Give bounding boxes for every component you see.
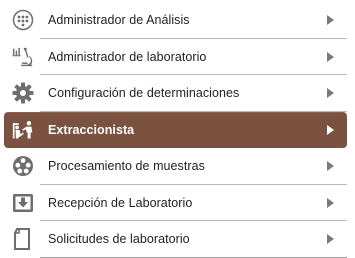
inbox-download-icon — [12, 192, 34, 214]
navigation-menu: Administrador de Análisis Administrador … — [0, 2, 355, 258]
menu-item-label: Procesamiento de muestras — [48, 159, 205, 174]
chevron-right-icon — [327, 197, 334, 208]
menu-item-label: Administrador de laboratorio — [48, 49, 207, 64]
menu-item-label: Recepción de Laboratorio — [48, 195, 193, 210]
chevron-right-icon — [327, 234, 334, 245]
menu-item-extraccionista[interactable]: Extraccionista — [4, 111, 347, 148]
chevron-right-icon — [327, 15, 334, 26]
menu-item-label: Configuración de determinaciones — [48, 86, 240, 101]
menu-item-label: Extraccionista — [48, 122, 135, 137]
menu-item-label: Solicitudes de laboratorio — [48, 232, 190, 247]
menu-item-solicitudes-laboratorio[interactable]: Solicitudes de laboratorio — [4, 221, 347, 258]
menu-item-configuracion-determinaciones[interactable]: Configuración de determinaciones — [4, 75, 347, 112]
processing-icon — [12, 155, 34, 177]
menu-item-procesamiento-muestras[interactable]: Procesamiento de muestras — [4, 148, 347, 185]
extraction-icon — [12, 119, 34, 141]
menu-item-label: Administrador de Análisis — [48, 13, 190, 28]
microscope-icon — [12, 46, 34, 68]
menu-item-administrador-analisis[interactable]: Administrador de Análisis — [4, 2, 347, 39]
menu-item-administrador-laboratorio[interactable]: Administrador de laboratorio — [4, 39, 347, 75]
chevron-right-icon — [327, 124, 334, 135]
chevron-right-icon — [327, 161, 334, 172]
document-icon — [12, 228, 34, 251]
chevron-right-icon — [327, 51, 334, 62]
gear-icon — [12, 82, 34, 104]
dotted-circle-icon — [12, 9, 34, 31]
menu-item-recepcion-laboratorio[interactable]: Recepción de Laboratorio — [4, 185, 347, 221]
chevron-right-icon — [327, 88, 334, 99]
